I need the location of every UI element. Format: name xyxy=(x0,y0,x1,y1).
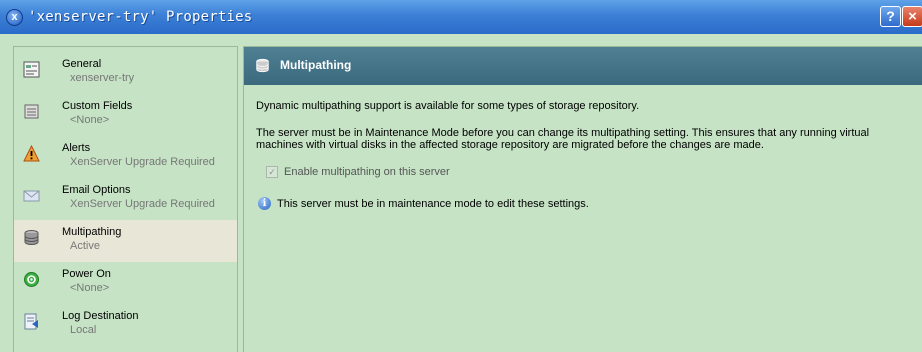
sidebar-item-label: Multipathing xyxy=(62,226,122,238)
multipathing-icon xyxy=(256,58,269,73)
enable-multipathing-row[interactable]: ✓ Enable multipathing on this server xyxy=(266,166,450,178)
help-button[interactable]: ? xyxy=(880,6,901,27)
sidebar-item-label: Power On xyxy=(62,268,111,280)
section-title: Multipathing xyxy=(280,58,352,72)
custom-fields-icon xyxy=(24,104,39,119)
sidebar-item-label: Custom Fields xyxy=(62,100,133,112)
description-text: Dynamic multipathing support is availabl… xyxy=(256,100,640,112)
sidebar-item-sublabel: xenserver-try xyxy=(70,72,135,84)
window-title: 'xenserver-try' Properties xyxy=(28,9,253,25)
info-icon: i xyxy=(258,197,271,210)
sidebar-item-sublabel: XenServer Upgrade Required xyxy=(70,156,215,168)
sidebar-item-sublabel: <None> xyxy=(70,114,110,126)
power-icon xyxy=(24,272,39,287)
email-icon xyxy=(23,190,40,202)
sidebar-item-sublabel: Active xyxy=(70,240,100,252)
sidebar-item-general[interactable]: General xenserver-try xyxy=(14,52,237,94)
sidebar-item-label: General xyxy=(62,58,102,70)
log-destination-icon xyxy=(24,313,38,330)
general-icon xyxy=(23,61,40,78)
section-header: Multipathing xyxy=(244,47,922,85)
alert-icon xyxy=(23,145,40,162)
info-message: i This server must be in maintenance mod… xyxy=(258,197,589,210)
sidebar-item-power-on[interactable]: Power On <None> xyxy=(14,262,237,304)
sidebar-item-sublabel: Local xyxy=(70,324,97,336)
sidebar-item-label: Email Options xyxy=(62,184,131,196)
sidebar-item-custom-fields[interactable]: Custom Fields <None> xyxy=(14,94,237,136)
sidebar-item-sublabel: XenServer Upgrade Required xyxy=(70,198,215,210)
sidebar-item-multipathing[interactable]: Multipathing Active xyxy=(14,220,237,262)
sidebar-item-log-destination[interactable]: Log Destination Local xyxy=(14,304,237,346)
sidebar-item-label: Alerts xyxy=(62,142,91,154)
sidebar-item-label: Log Destination xyxy=(62,310,139,322)
sidebar-item-sublabel: <None> xyxy=(70,282,110,294)
properties-dialog: General xenserver-try Custom Fields <Non… xyxy=(0,34,922,352)
info-text: This server must be in maintenance mode … xyxy=(277,197,589,210)
close-button[interactable]: × xyxy=(902,6,922,27)
title-bar: x 'xenserver-try' Properties ? × xyxy=(0,0,922,34)
enable-multipathing-label: Enable multipathing on this server xyxy=(284,166,450,178)
sidebar-nav: General xenserver-try Custom Fields <Non… xyxy=(13,46,238,352)
content-panel: Multipathing Dynamic multipathing suppor… xyxy=(243,46,922,352)
enable-multipathing-checkbox[interactable]: ✓ xyxy=(266,166,278,178)
sidebar-item-alerts[interactable]: Alerts XenServer Upgrade Required xyxy=(14,136,237,178)
maintenance-note: The server must be in Maintenance Mode b… xyxy=(256,127,870,151)
multipathing-icon xyxy=(24,230,39,245)
app-icon: x xyxy=(6,9,23,26)
sidebar-item-email-options[interactable]: Email Options XenServer Upgrade Required xyxy=(14,178,237,220)
